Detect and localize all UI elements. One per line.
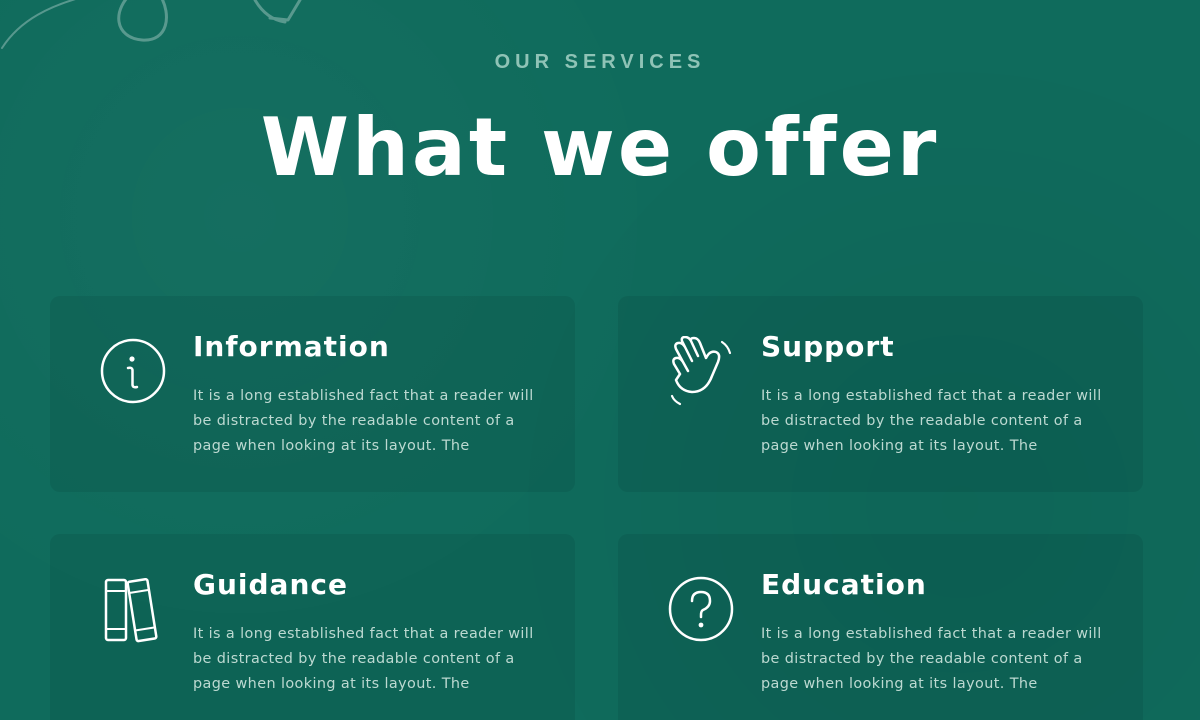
service-description: It is a long established fact that a rea… [761, 626, 1102, 692]
waving-hand-icon [666, 336, 736, 406]
section-eyebrow: OUR SERVICES [494, 51, 706, 73]
service-title: Education [761, 568, 927, 601]
service-card-information: Information It is a long established fac… [50, 296, 575, 492]
service-title: Information [193, 330, 390, 363]
service-description: It is a long established fact that a rea… [761, 388, 1102, 454]
info-icon [98, 336, 168, 406]
service-title: Support [761, 330, 895, 363]
section-title: What we offer [260, 101, 940, 194]
service-description: It is a long established fact that a rea… [193, 626, 534, 692]
question-icon [666, 574, 736, 644]
service-card-education: Education It is a long established fact … [618, 534, 1143, 720]
service-description: It is a long established fact that a rea… [193, 388, 534, 454]
service-card-guidance: Guidance It is a long established fact t… [50, 534, 575, 720]
books-icon [98, 574, 168, 644]
service-title: Guidance [193, 568, 348, 601]
service-card-support: Support It is a long established fact th… [618, 296, 1143, 492]
